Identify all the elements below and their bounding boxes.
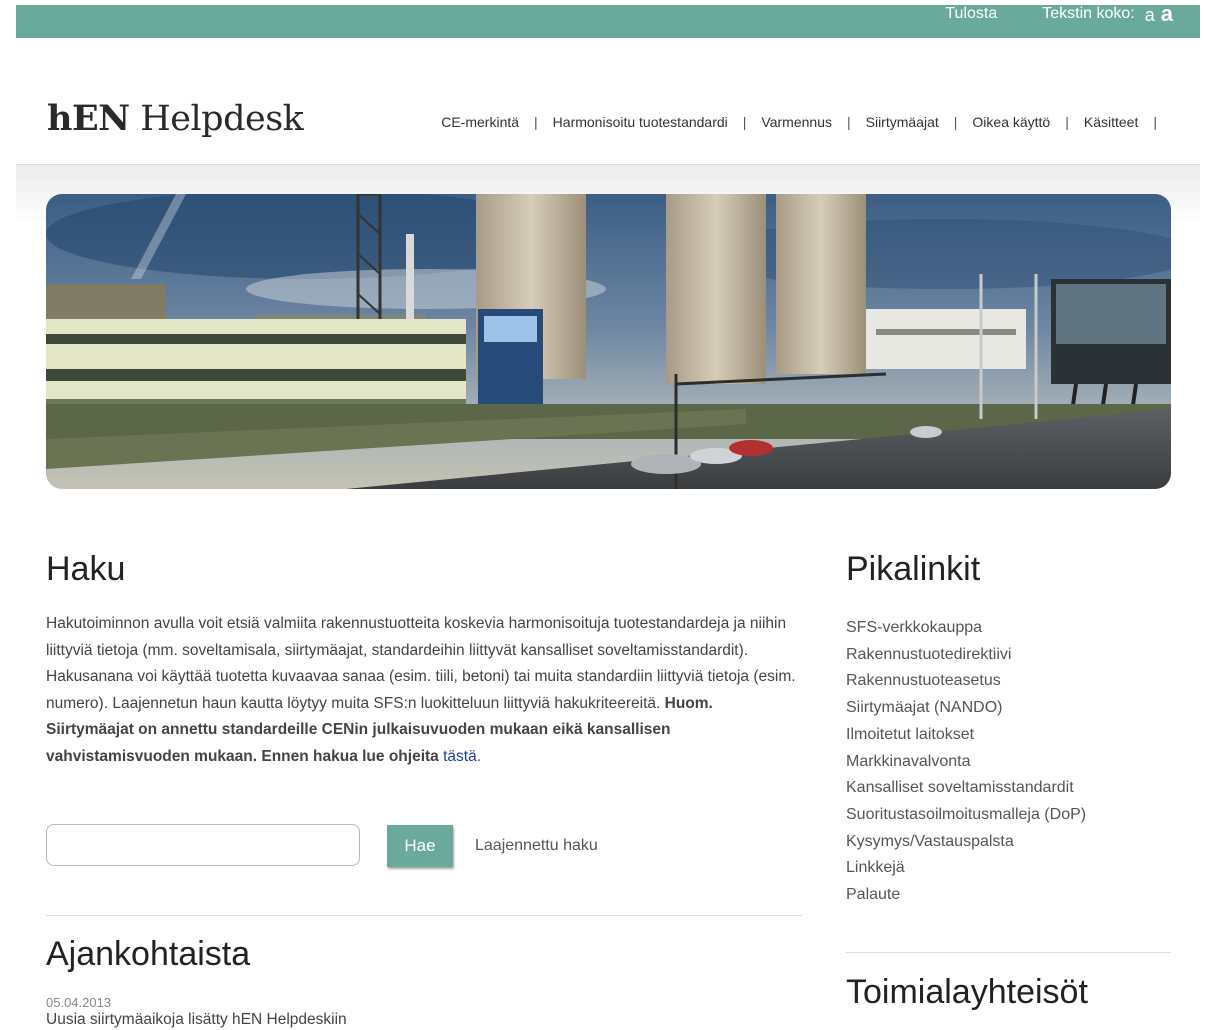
advanced-search-link[interactable]: Laajennettu haku: [475, 837, 598, 855]
divider: [46, 915, 802, 916]
instructions-link[interactable]: tästä: [443, 748, 477, 765]
divider: [846, 952, 1171, 953]
quicklink-kysymys-vastauspalsta[interactable]: Kysymys/Vastauspalsta: [846, 833, 1014, 850]
search-form: Hae Laajennettu haku: [46, 824, 802, 872]
nav-separator: |: [1065, 114, 1069, 130]
news-date: 05.04.2013: [46, 995, 112, 1010]
quicklink-linkkeja[interactable]: Linkkejä: [846, 859, 905, 876]
text-size-large-button[interactable]: a: [1161, 3, 1173, 25]
quicklink-sfs-verkkokauppa[interactable]: SFS-verkkokauppa: [846, 619, 982, 636]
search-intro: Hakutoiminnon avulla voit etsiä valmiita…: [46, 615, 796, 765]
search-input[interactable]: [46, 824, 360, 866]
quicklink-rakennustuoteasetus[interactable]: Rakennustuoteasetus: [846, 672, 1001, 689]
quicklinks-title: Pikalinkit: [846, 550, 981, 588]
nav-siirtymaajat[interactable]: Siirtymäajat: [866, 114, 939, 130]
site-header: hEN Helpdesk CE-merkintä | Harmonisoitu …: [16, 38, 1200, 165]
site-logo[interactable]: hEN Helpdesk: [47, 98, 304, 139]
top-toolbar: Tulosta Tekstin koko: a a: [16, 3, 1200, 38]
quicklinks-list: SFS-verkkokauppa Rakennustuotedirektiivi…: [846, 615, 1171, 909]
nav-separator: |: [534, 114, 538, 130]
nav-kasitteet[interactable]: Käsitteet: [1084, 114, 1138, 130]
nav-separator: |: [846, 114, 851, 130]
search-button[interactable]: Hae: [387, 825, 453, 867]
nav-separator: |: [953, 114, 958, 130]
quicklink-ilmoitetut-laitokset[interactable]: Ilmoitetut laitokset: [846, 726, 974, 743]
quicklink-suoritustasoilmoitusmalleja[interactable]: Suoritustasoilmoitusmalleja (DoP): [846, 806, 1086, 823]
quicklink-rakennustuotedirektiivi[interactable]: Rakennustuotedirektiivi: [846, 646, 1011, 663]
news-item-link[interactable]: Uusia siirtymäaikoja lisätty hEN Helpdes…: [46, 1011, 347, 1029]
nav-separator: |: [1153, 114, 1157, 130]
hero-banner-image: [46, 194, 1171, 489]
quicklink-markkinavalvonta[interactable]: Markkinavalvonta: [846, 753, 971, 770]
main-navigation: CE-merkintä | Harmonisoitu tuotestandard…: [441, 114, 1172, 130]
quicklink-siirtymaajat-nando[interactable]: Siirtymäajat (NANDO): [846, 699, 1002, 716]
search-title: Haku: [46, 550, 126, 588]
text-size-small-button[interactable]: a: [1145, 5, 1155, 26]
news-title: Ajankohtaista: [46, 935, 251, 973]
quicklink-kansalliset-soveltamisstandardit[interactable]: Kansalliset soveltamisstandardit: [846, 779, 1074, 796]
nav-varmennus[interactable]: Varmennus: [761, 114, 832, 130]
nav-harmonisoitu-tuotestandardi[interactable]: Harmonisoitu tuotestandardi: [553, 114, 728, 130]
nav-ce-merkinta[interactable]: CE-merkintä: [441, 114, 519, 130]
nav-oikea-kaytto[interactable]: Oikea käyttö: [972, 114, 1050, 130]
sidebar: Pikalinkit SFS-verkkokauppa Rakennustuot…: [846, 550, 1171, 1011]
print-link[interactable]: Tulosta: [945, 5, 997, 23]
text-size-label: Tekstin koko:: [1042, 5, 1135, 22]
main-column: Haku Hakutoiminnon avulla voit etsiä val…: [46, 550, 802, 1028]
quicklink-palaute[interactable]: Palaute: [846, 886, 900, 903]
nav-separator: |: [742, 114, 747, 130]
industry-title: Toimialayhteisöt: [846, 973, 1088, 1011]
